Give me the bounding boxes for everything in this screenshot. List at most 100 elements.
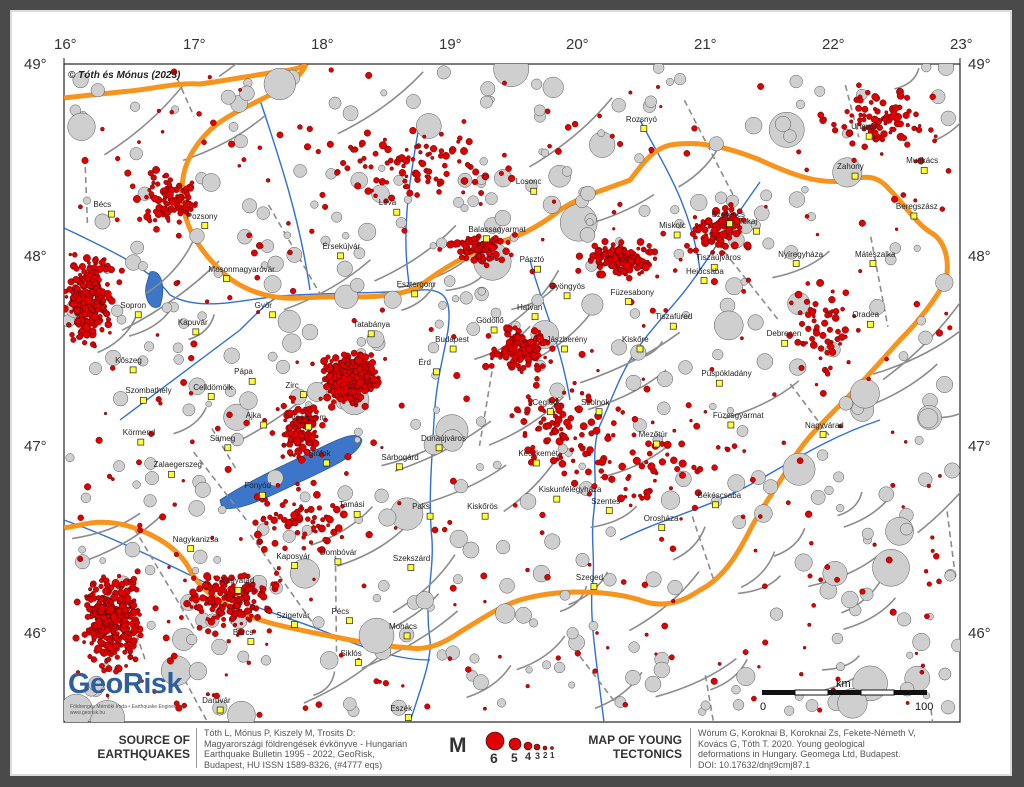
earthquake-point [162,192,167,197]
historic-earthquake [462,541,480,559]
earthquake-point [173,552,179,558]
earthquake-point [558,452,563,457]
earthquake-point [465,138,473,146]
town-marker [532,459,540,467]
earthquake-point [89,582,96,588]
earthquake-point [527,338,535,346]
historic-earthquake [145,471,159,486]
town-label: Püspökladány [701,369,752,379]
earthquake-point [103,635,109,641]
town-label: Szombathely [125,386,172,396]
town-label: Nyíregyháza [778,249,824,259]
earthquake-point [648,146,655,153]
earthquake-point [163,210,170,217]
earthquake-point [501,152,507,158]
town-label: Jászberény [546,335,588,344]
earthquake-point [188,355,195,362]
earthquake-point [410,156,416,162]
earthquake-point [515,363,521,369]
earthquake-point [275,407,280,412]
historic-earthquake [480,95,493,109]
historic-earthquake [861,527,874,540]
earthquake-point [294,530,301,536]
earthquake-point [685,402,692,409]
earthquake-point [638,463,646,470]
earthquake-point [618,462,627,471]
earthquake-point [257,145,262,150]
earthquake-point [389,166,394,171]
town-label: Zahony [837,162,864,172]
earthquake-point [592,426,601,435]
historic-earthquake [605,526,616,537]
earthquake-point [92,280,99,287]
earthquake-point [817,707,823,713]
historic-earthquake [515,606,532,624]
earthquake-point [678,459,687,468]
earthquake-point [947,325,953,331]
historic-earthquake [94,213,111,230]
earthquake-point [370,188,374,193]
earthquake-point [757,83,764,90]
earthquake-point [914,651,919,655]
historic-earthquake [277,309,301,333]
earthquake-point [645,259,650,264]
historic-earthquake [833,471,845,483]
earthquake-point [372,150,379,157]
earthquake-point [205,617,211,622]
earthquake-point [64,295,69,299]
earthquake-point [153,225,160,233]
earthquake-point [672,428,677,433]
earthquake-point [578,350,586,358]
earthquake-point [519,370,524,374]
historic-earthquake [383,290,402,309]
earthquake-point [110,640,115,646]
earthquake-point [861,143,868,151]
historic-earthquake [354,427,363,437]
earthquake-point [66,322,71,327]
earthquake-point [447,519,453,525]
earthquake-point [182,203,190,211]
historic-earthquake [725,277,744,296]
earthquake-point [689,230,696,237]
earthquake-point [558,459,567,468]
historic-earthquake [568,681,576,689]
earthquake-point [265,178,271,183]
town-marker [712,501,719,509]
earthquake-point [190,340,198,348]
earthquake-point [132,656,139,663]
earthquake-point [883,121,888,126]
earthquake-point [694,222,699,227]
earthquake-point [112,650,118,655]
earthquake-point [136,459,142,466]
earthquake-point [168,198,177,206]
legend-source-title: SOURCE OF EARTHQUAKES [97,733,190,761]
earthquake-point [569,388,575,393]
historic-earthquake [75,554,90,570]
earthquake-point [692,226,698,232]
historic-earthquake [542,660,551,670]
historic-earthquake [578,462,586,470]
earthquake-point [715,445,721,450]
earthquake-point [811,603,817,608]
town-marker [129,366,137,374]
earthquake-point [115,156,121,162]
town-label: Tatabánya [353,319,391,329]
earthquake-point [90,308,95,313]
town-label: Kapuvár [177,317,208,327]
historic-earthquake [714,191,728,204]
earthquake-point [397,501,402,506]
earthquake-point [604,434,612,442]
earthquake-point [119,580,126,588]
earthquake-point [302,705,309,711]
earthquake-point [187,185,194,192]
historic-earthquake [732,699,745,711]
town-label: Kőszeg [115,355,142,365]
earthquake-point [678,257,683,262]
earthquake-point [318,396,323,401]
earthquake-point [214,425,221,432]
earthquake-point [629,449,636,456]
earthquake-point [64,288,69,294]
town-marker [300,391,307,398]
lon-label-20: 20° [566,36,589,53]
historic-earthquake [625,669,641,686]
